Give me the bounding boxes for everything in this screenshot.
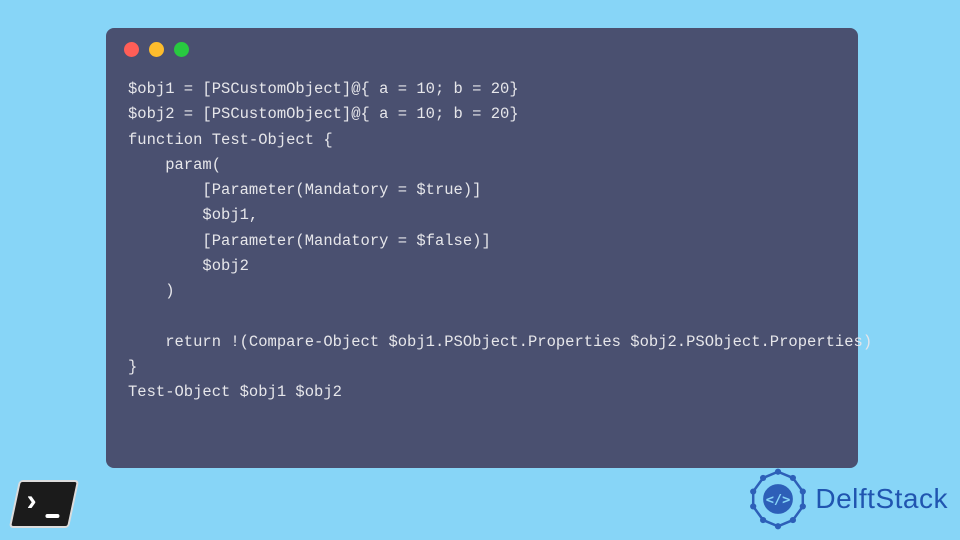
- code-content: $obj1 = [PSCustomObject]@{ a = 10; b = 2…: [106, 67, 858, 415]
- close-icon: [124, 42, 139, 57]
- svg-text:</>: </>: [766, 492, 791, 508]
- delftstack-emblem-icon: </>: [747, 468, 809, 530]
- brand-logo: </> DelftStack: [747, 468, 948, 530]
- code-window: $obj1 = [PSCustomObject]@{ a = 10; b = 2…: [106, 28, 858, 468]
- powershell-icon: ›: [8, 476, 76, 532]
- minimize-icon: [149, 42, 164, 57]
- window-traffic-lights: [106, 42, 858, 67]
- brand-name: DelftStack: [815, 483, 948, 515]
- maximize-icon: [174, 42, 189, 57]
